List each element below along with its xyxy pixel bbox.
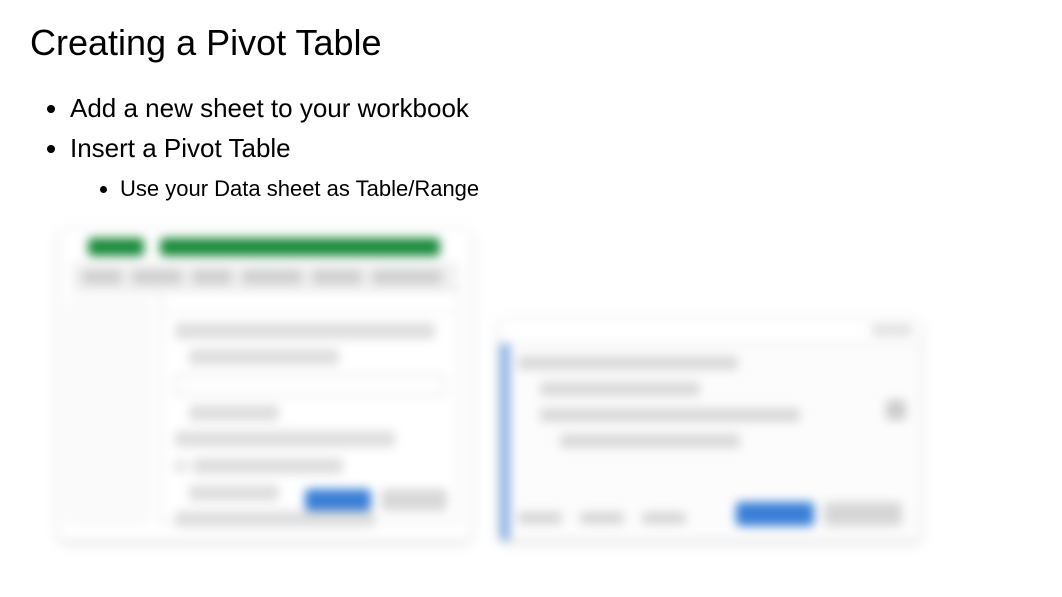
slide: Creating a Pivot Table Add a new sheet t…: [0, 0, 1062, 597]
bullet-list: Add a new sheet to your workbook Insert …: [30, 88, 1032, 206]
slide-title: Creating a Pivot Table: [30, 22, 1032, 64]
bullet-text: Insert a Pivot Table: [70, 133, 291, 163]
cancel-button: [824, 502, 902, 526]
create-pivottable-dialog: [160, 290, 460, 522]
sub-bullet-item: Use your Data sheet as Table/Range: [120, 171, 1032, 206]
cancel-button: [381, 489, 447, 511]
bullet-item: Add a new sheet to your workbook: [70, 88, 1032, 128]
screenshot-pivot-range-dialog: [500, 320, 920, 540]
screenshot-excel-insert-pivot: [60, 230, 470, 540]
ok-button: [305, 489, 371, 511]
images-row: [60, 230, 920, 540]
sub-bullet-list: Use your Data sheet as Table/Range: [70, 171, 1032, 206]
bullet-item: Insert a Pivot Table Use your Data sheet…: [70, 128, 1032, 205]
ok-button: [736, 502, 814, 526]
